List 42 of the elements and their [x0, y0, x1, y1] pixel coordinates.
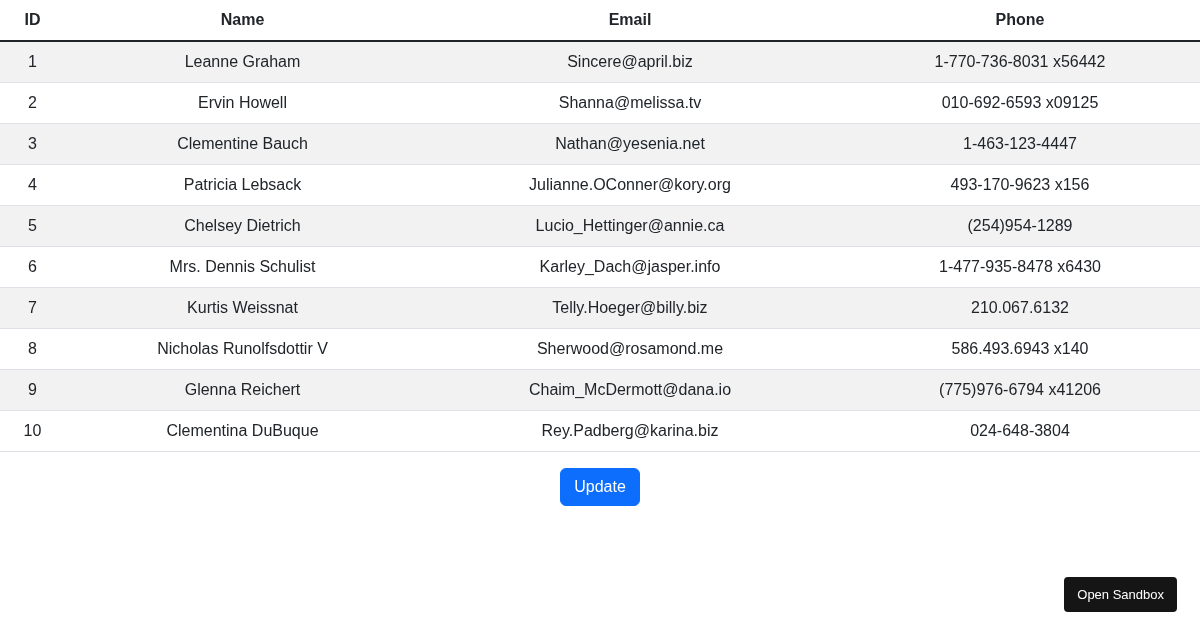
table-cell: 4 — [0, 164, 65, 206]
table-cell: 10 — [0, 410, 65, 452]
table-cell: 1-463-123-4447 — [840, 123, 1200, 165]
table-cell: Clementine Bauch — [65, 123, 420, 165]
table-cell: Glenna Reichert — [65, 369, 420, 411]
open-sandbox-button[interactable]: Open Sandbox — [1064, 576, 1177, 612]
table-cell: 1 — [0, 41, 65, 83]
table-cell: Sherwood@rosamond.me — [420, 328, 840, 370]
table-cell: Leanne Graham — [65, 41, 420, 83]
table-cell: 586.493.6943 x140 — [840, 328, 1200, 370]
table-cell: 2 — [0, 82, 65, 124]
table-cell: 210.067.6132 — [840, 287, 1200, 329]
table-cell: Kurtis Weissnat — [65, 287, 420, 329]
table-cell: 5 — [0, 205, 65, 247]
table-cell: Ervin Howell — [65, 82, 420, 124]
table-cell: (775)976-6794 x41206 — [840, 369, 1200, 411]
table-cell: Telly.Hoeger@billy.biz — [420, 287, 840, 329]
table-cell: 1-770-736-8031 x56442 — [840, 41, 1200, 83]
table-cell: Rey.Padberg@karina.biz — [420, 410, 840, 452]
table-cell: 6 — [0, 246, 65, 288]
table-cell: 3 — [0, 123, 65, 165]
table-cell: 024-648-3804 — [840, 410, 1200, 452]
table-cell: Clementina DuBuque — [65, 410, 420, 452]
table-cell: Sincere@april.biz — [420, 41, 840, 83]
table-cell: Karley_Dach@jasper.info — [420, 246, 840, 288]
table-cell: Lucio_Hettinger@annie.ca — [420, 205, 840, 247]
table-cell: Mrs. Dennis Schulist — [65, 246, 420, 288]
table-cell: 1-477-935-8478 x6430 — [840, 246, 1200, 288]
table-cell: Chaim_McDermott@dana.io — [420, 369, 840, 411]
table-cell: 010-692-6593 x09125 — [840, 82, 1200, 124]
table-cell: Nicholas Runolfsdottir V — [65, 328, 420, 370]
update-button[interactable]: Update — [560, 468, 640, 506]
table-cell: Nathan@yesenia.net — [420, 123, 840, 165]
table-cell: 493-170-9623 x156 — [840, 164, 1200, 206]
table-cell: Chelsey Dietrich — [65, 205, 420, 247]
table-cell: 9 — [0, 369, 65, 411]
table-cell: (254)954-1289 — [840, 205, 1200, 247]
table-cell: Patricia Lebsack — [65, 164, 420, 206]
table-cell: 8 — [0, 328, 65, 370]
table-cell: Shanna@melissa.tv — [420, 82, 840, 124]
table-cell: Julianne.OConner@kory.org — [420, 164, 840, 206]
table-cell: 7 — [0, 287, 65, 329]
